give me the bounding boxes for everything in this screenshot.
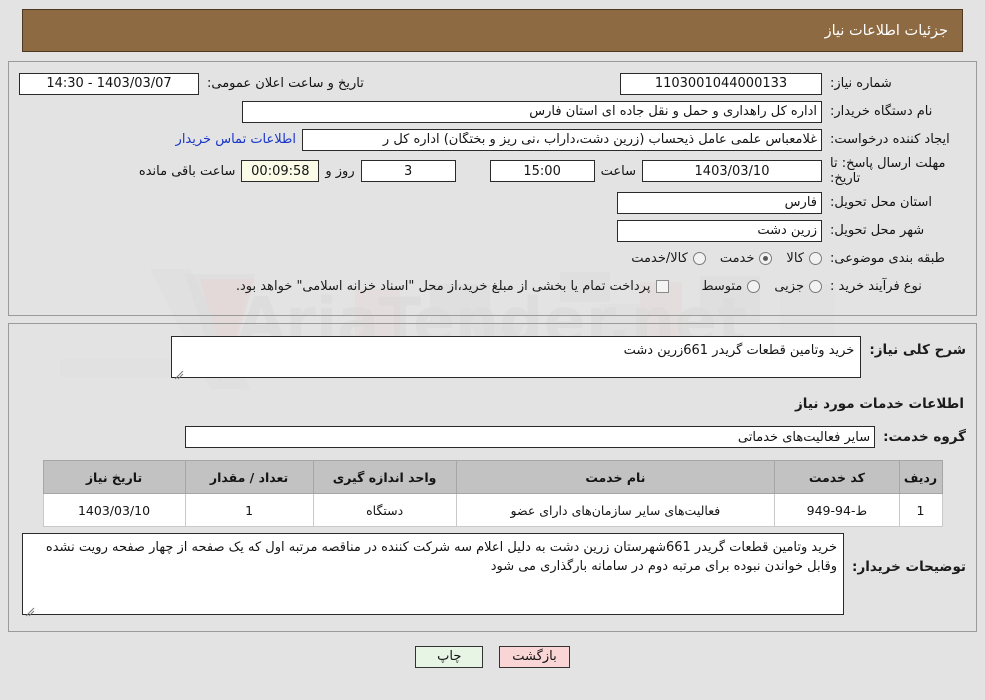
row-general-description: شرح کلی نیاز: [19,336,966,382]
city-label: شهر محل تحویل: [830,223,925,238]
footer-actions: بازگشت چاپ [0,646,985,668]
row-need-number: شماره نیاز: تاریخ و ساعت اعلان عمومی: [19,70,966,97]
row-process-type: نوع فرآیند خرید : جزیی متوسط پرداخت تمام… [19,273,966,300]
process-option-label: متوسط [701,279,743,294]
city-input[interactable] [617,219,822,242]
treasury-checkbox-item[interactable]: پرداخت تمام یا بخشی از مبلغ خرید،از محل … [236,279,670,294]
buyer-contact-link[interactable]: اطلاعات تماس خریدار [170,132,302,147]
cell-name: فعالیت‌های سایر سازمان‌های دارای عضو [455,493,776,527]
page-root: AriaTender.net جزئیات اطلاعات نیاز شماره… [0,9,985,700]
need-number-input[interactable] [620,72,822,95]
need-info-panel: شماره نیاز: تاریخ و ساعت اعلان عمومی: نا… [8,61,977,316]
service-group-input[interactable] [185,426,876,448]
province-input[interactable] [617,191,822,214]
process-type-label: نوع فرآیند خرید : [830,279,922,294]
cell-date: 1403/03/10 [42,493,186,527]
category-option-kala-khedmat[interactable]: کالا/خدمت [631,251,706,266]
deadline-label-line1: مهلت ارسال پاسخ: تا [830,156,946,171]
process-option-label: جزیی [774,279,804,294]
table-header-row: ردیف کد خدمت نام خدمت واحد اندازه گیری ت… [42,460,943,494]
process-radio-group: جزیی متوسط [687,279,822,294]
general-desc-label: شرح کلی نیاز: [869,342,966,358]
general-desc-wrap [171,336,862,382]
deadline-time-input[interactable] [489,160,595,182]
services-section-title: اطلاعات خدمات مورد نیاز [794,396,964,412]
process-option-motavaset[interactable]: متوسط [701,279,761,294]
row-deadline: مهلت ارسال پاسخ: تا تاریخ: ساعت روز و سا… [19,154,966,188]
page-header: جزئیات اطلاعات نیاز [22,9,963,52]
buyer-org-label: نام دستگاه خریدار: [830,104,933,119]
col-header-unit: واحد اندازه گیری [312,460,457,494]
remaining-days-input[interactable] [360,160,456,182]
deadline-label-line2: تاریخ: [830,171,861,186]
remaining-hours-label: ساعت باقی مانده [138,163,236,179]
cell-radif: 1 [898,493,943,527]
process-option-jozii[interactable]: جزیی [774,279,822,294]
cell-qty: 1 [184,493,314,527]
category-option-khedmat[interactable]: خدمت [720,251,773,266]
announce-datetime-label: تاریخ و ساعت اعلان عمومی: [207,76,364,91]
row-province: استان محل تحویل: [19,189,966,216]
radio-icon[interactable] [692,252,706,265]
category-option-label: کالا [786,251,804,266]
col-header-date: تاریخ نیاز [42,460,186,494]
row-buyer-notes: توضیحات خریدار: [19,533,966,619]
buyer-notes-label: توضیحات خریدار: [852,559,966,575]
radio-icon[interactable] [809,252,822,265]
days-label: روز و [325,163,355,179]
page-title: جزئیات اطلاعات نیاز [824,22,948,39]
checkbox-icon[interactable] [656,280,670,293]
category-option-label: کالا/خدمت [631,251,688,266]
radio-icon[interactable] [747,280,761,293]
cell-code: ط-94-949 [774,493,900,527]
announce-datetime-input[interactable] [19,72,199,95]
services-table: ردیف کد خدمت نام خدمت واحد اندازه گیری ت… [42,460,943,527]
general-desc-textarea[interactable] [171,336,862,378]
row-category: طبقه بندی موضوعی: کالا خدمت کالا/خدمت [19,245,966,272]
service-group-label: گروه خدمت: [883,429,966,445]
province-label: استان محل تحویل: [830,195,932,210]
back-button[interactable]: بازگشت [499,646,570,668]
col-header-name: نام خدمت [455,460,776,494]
service-details-panel: شرح کلی نیاز: اطلاعات خدمات مورد نیاز گر… [8,323,977,632]
print-button[interactable]: چاپ [415,646,484,668]
treasury-checkbox-label: پرداخت تمام یا بخشی از مبلغ خرید،از محل … [235,279,651,294]
row-buyer-org: نام دستگاه خریدار: [19,98,966,125]
buyer-notes-textarea[interactable] [22,533,845,615]
category-label: طبقه بندی موضوعی: [830,251,946,266]
deadline-label: مهلت ارسال پاسخ: تا تاریخ: [822,156,966,186]
category-radio-group: کالا خدمت کالا/خدمت [617,251,822,266]
countdown-timer-input[interactable] [241,160,320,182]
row-city: شهر محل تحویل: [19,217,966,244]
buyer-org-input[interactable] [242,100,822,123]
col-header-qty: تعداد / مقدار [184,460,314,494]
table-row: 1 ط-94-949 فعالیت‌های سایر سازمان‌های دا… [42,493,943,527]
row-service-group: گروه خدمت: [19,426,966,448]
deadline-date-input[interactable] [642,160,822,182]
hour-label: ساعت [600,163,636,179]
need-number-label: شماره نیاز: [830,76,892,91]
cell-unit: دستگاه [312,493,457,527]
col-header-code: کد خدمت [774,460,900,494]
buyer-notes-wrap [22,533,845,619]
row-requester: ایجاد کننده درخواست: اطلاعات تماس خریدار [19,126,966,153]
requester-input[interactable] [302,128,822,151]
category-option-kala[interactable]: کالا [786,251,822,266]
radio-icon[interactable] [809,280,822,293]
col-header-radif: ردیف [898,460,943,494]
radio-icon[interactable] [759,252,773,265]
category-option-label: خدمت [719,251,755,266]
requester-label: ایجاد کننده درخواست: [830,132,950,147]
